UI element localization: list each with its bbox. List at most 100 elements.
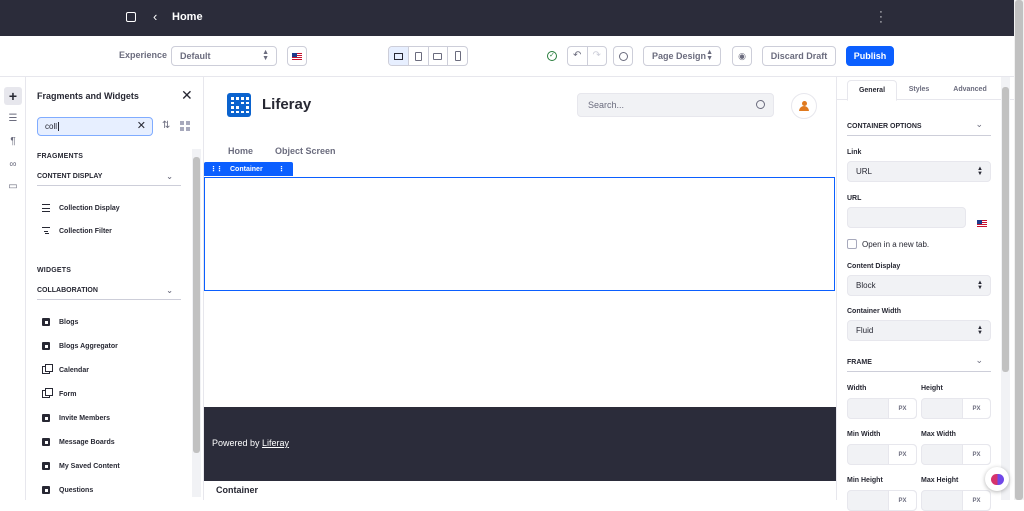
liferay-logo-icon (227, 93, 251, 117)
fragment-item[interactable]: Collection Filter (42, 225, 112, 237)
container-dropzone[interactable] (204, 177, 835, 291)
page-structure-icon[interactable]: ☰ (4, 109, 22, 127)
sort-icon[interactable]: ⇅ (162, 120, 170, 131)
site-footer: Powered by Liferay (204, 407, 836, 481)
max-height-input[interactable]: PX (921, 490, 991, 511)
assistant-brain-icon[interactable] (985, 467, 1009, 491)
publish-button[interactable]: Publish (846, 46, 894, 66)
window-scrollbar[interactable] (1014, 0, 1024, 500)
close-icon[interactable]: ✕ (181, 87, 193, 104)
widget-item[interactable]: Message Boards (42, 436, 115, 448)
unit-px[interactable]: PX (888, 491, 916, 510)
tab-styles[interactable]: Styles (899, 80, 939, 100)
site-search-input[interactable]: Search... (577, 93, 774, 117)
widget-item-label: My Saved Content (59, 462, 120, 470)
min-height-input[interactable]: PX (847, 490, 917, 511)
widget-item-label: Message Boards (59, 438, 115, 446)
footer-link[interactable]: Liferay (262, 438, 289, 448)
widget-item[interactable]: Questions (42, 484, 93, 496)
grid-view-icon[interactable] (180, 121, 190, 131)
us-flag-icon[interactable] (977, 220, 987, 227)
preview-eye-icon[interactable]: ◉ (732, 46, 752, 66)
editor-toolbar: Experience Default ▲ ▼ ✓ ↶ ↷ Page Design … (0, 36, 1014, 77)
max-height-label: Max Height (921, 477, 959, 484)
widget-item-label: Blogs Aggregator (59, 342, 118, 350)
caret-updown-icon: ▲ ▼ (706, 49, 713, 62)
chevron-down-icon: ⌄ (975, 119, 983, 129)
plus-icon[interactable]: + (4, 87, 22, 105)
viewport-switcher (388, 46, 468, 66)
desktop-icon[interactable] (389, 47, 409, 65)
tab-advanced[interactable]: Advanced (945, 80, 995, 100)
widget-item[interactable]: Blogs (42, 316, 78, 328)
link-icon[interactable]: ∞ (4, 155, 22, 173)
page-design-label: Page Design (652, 51, 707, 61)
link-select[interactable]: URL ▲ ▼ (847, 161, 991, 182)
container-width-select[interactable]: Fluid ▲ ▼ (847, 320, 991, 341)
widget-item[interactable]: Blogs Aggregator (42, 340, 118, 352)
site-name: Liferay (262, 96, 312, 113)
experience-select[interactable]: Default ▲ ▼ (171, 46, 277, 66)
user-avatar[interactable] (791, 93, 817, 119)
collaboration-group[interactable]: COLLABORATION ⌄ (37, 284, 181, 300)
language-selector[interactable] (287, 46, 307, 66)
content-display-group[interactable]: CONTENT DISPLAY ⌄ (37, 170, 181, 186)
back-icon[interactable]: ‹ (153, 9, 157, 24)
container-topper[interactable]: ⋮⋮ Container ⋮ (204, 162, 293, 176)
widget-item[interactable]: My Saved Content (42, 460, 120, 472)
frame-section[interactable]: FRAME ⌄ (847, 351, 991, 372)
unit-px[interactable]: PX (962, 445, 990, 464)
section-heading: FRAME (847, 359, 872, 366)
tablet-landscape-icon[interactable] (429, 47, 449, 65)
list-icon (42, 204, 50, 212)
container-options-icon[interactable]: ⋮ (278, 165, 285, 173)
calendar-widget-icon (42, 364, 53, 374)
tab-general[interactable]: General (847, 80, 897, 101)
kebab-icon[interactable]: · · · (878, 7, 884, 28)
max-width-input[interactable]: PX (921, 444, 991, 465)
content-display-select[interactable]: Block ▲ ▼ (847, 275, 991, 296)
chevron-down-icon: ⌄ (166, 286, 173, 295)
sidebar-toggle-icon[interactable] (126, 12, 136, 22)
top-bar: ‹ Home · · · (0, 0, 1014, 36)
tablet-icon[interactable] (409, 47, 429, 65)
widget-item[interactable]: Invite Members (42, 412, 110, 424)
width-input[interactable]: PX (847, 398, 917, 419)
nav-object-screen[interactable]: Object Screen (275, 146, 336, 156)
nav-home[interactable]: Home (228, 146, 253, 156)
undo-icon[interactable]: ↶ (568, 47, 588, 65)
search-input[interactable]: coll ✕ (37, 117, 153, 136)
min-width-input[interactable]: PX (847, 444, 917, 465)
search-icon[interactable] (756, 100, 765, 109)
discard-draft-button[interactable]: Discard Draft (762, 46, 836, 66)
chevron-down-icon: ⌄ (975, 355, 983, 365)
unit-px[interactable]: PX (888, 399, 916, 418)
height-input[interactable]: PX (921, 398, 991, 419)
unit-px[interactable]: PX (888, 445, 916, 464)
clear-icon[interactable]: ✕ (137, 118, 146, 135)
new-tab-checkbox[interactable] (847, 239, 857, 249)
panel-scrollbar[interactable] (192, 149, 201, 497)
container-options-section[interactable]: CONTAINER OPTIONS ⌄ (847, 115, 991, 136)
widget-item[interactable]: Calendar (42, 364, 89, 376)
widget-item[interactable]: Form (42, 388, 77, 400)
drag-handle-icon[interactable]: ⋮⋮ (210, 165, 223, 173)
height-label: Height (921, 385, 943, 392)
unit-px[interactable]: PX (962, 491, 990, 510)
redo-icon[interactable]: ↷ (588, 47, 607, 65)
experience-label: Experience (119, 50, 168, 60)
url-input[interactable] (847, 207, 966, 228)
unit-px[interactable]: PX (962, 399, 990, 418)
history-icon[interactable] (613, 46, 633, 66)
group-label: COLLABORATION (37, 287, 98, 294)
fragment-item[interactable]: Collection Display (42, 202, 120, 214)
mobile-icon[interactable] (448, 47, 467, 65)
right-panel-scrollbar[interactable] (1001, 77, 1010, 500)
link-label: Link (847, 149, 862, 156)
page-design-select[interactable]: Page Design ▲ ▼ (643, 46, 721, 66)
paint-brush-icon[interactable]: ¶ (4, 132, 22, 150)
widget-icon (42, 342, 50, 350)
bottom-breadcrumb[interactable]: Container (216, 485, 258, 495)
comments-icon[interactable]: ▭ (4, 177, 22, 195)
footer-text: Powered by Liferay (212, 438, 289, 448)
